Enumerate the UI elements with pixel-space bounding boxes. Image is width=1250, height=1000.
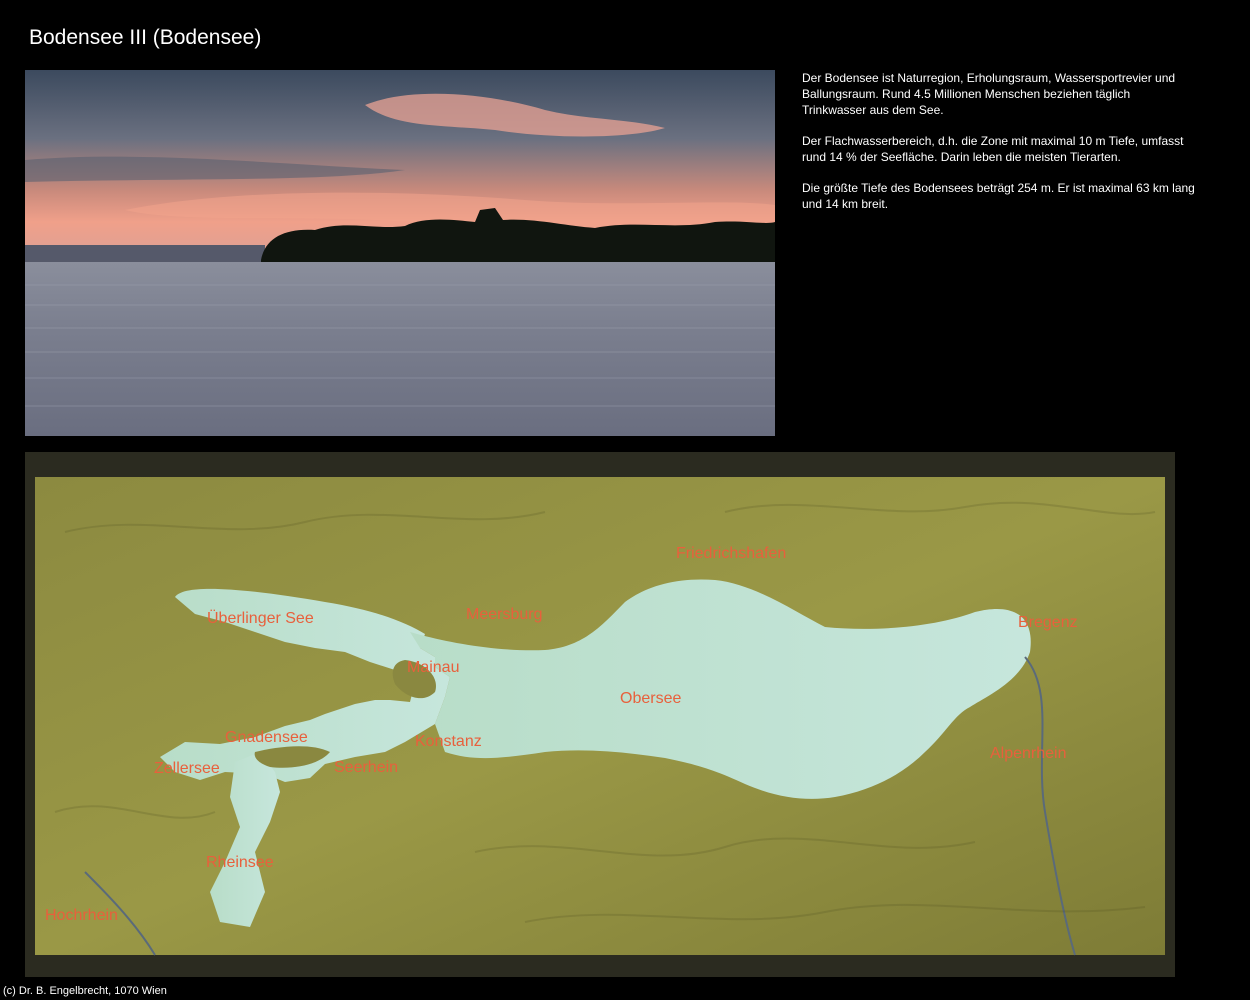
map-label-seerhein: Seerhein — [334, 759, 399, 776]
map-label-friedrichshafen: Friedrichshafen — [676, 545, 787, 562]
map-label-gnadensee: Gnadensee — [225, 729, 308, 746]
description-paragraph-3: Die größte Tiefe des Bodensees beträgt 2… — [802, 181, 1195, 211]
map-label-alpenrhein: Alpenrhein — [990, 745, 1067, 762]
relief-map-image — [25, 452, 1175, 977]
map-label-hochrhein: Hochrhein — [45, 907, 118, 924]
page-title: Bodensee III (Bodensee) — [29, 26, 262, 49]
description-paragraph-2: Der Flachwasserbereich, d.h. die Zone mi… — [802, 134, 1184, 164]
map-label-bregenz: Bregenz — [1018, 614, 1078, 631]
sunset-lake-image — [25, 70, 775, 436]
map-label-obersee: Obersee — [620, 690, 682, 707]
description-text: Der Bodensee ist Naturregion, Erholungsr… — [802, 70, 1197, 227]
description-paragraph-1: Der Bodensee ist Naturregion, Erholungsr… — [802, 71, 1176, 117]
map-label-meersburg: Meersburg — [466, 606, 543, 623]
map-label-ueberlinger-see: Überlinger See — [207, 610, 314, 627]
map-label-mainau: Mainau — [407, 659, 460, 676]
map-label-zellersee: Zellersee — [154, 760, 220, 777]
sunset-lake-photo — [25, 70, 775, 436]
map-label-rheinsee: Rheinsee — [206, 854, 274, 871]
lake-relief-map: Friedrichshafen Überlinger See Meersburg… — [25, 452, 1175, 977]
map-label-konstanz: Konstanz — [415, 733, 482, 750]
copyright-footer: (c) Dr. B. Engelbrecht, 1070 Wien — [3, 985, 167, 997]
